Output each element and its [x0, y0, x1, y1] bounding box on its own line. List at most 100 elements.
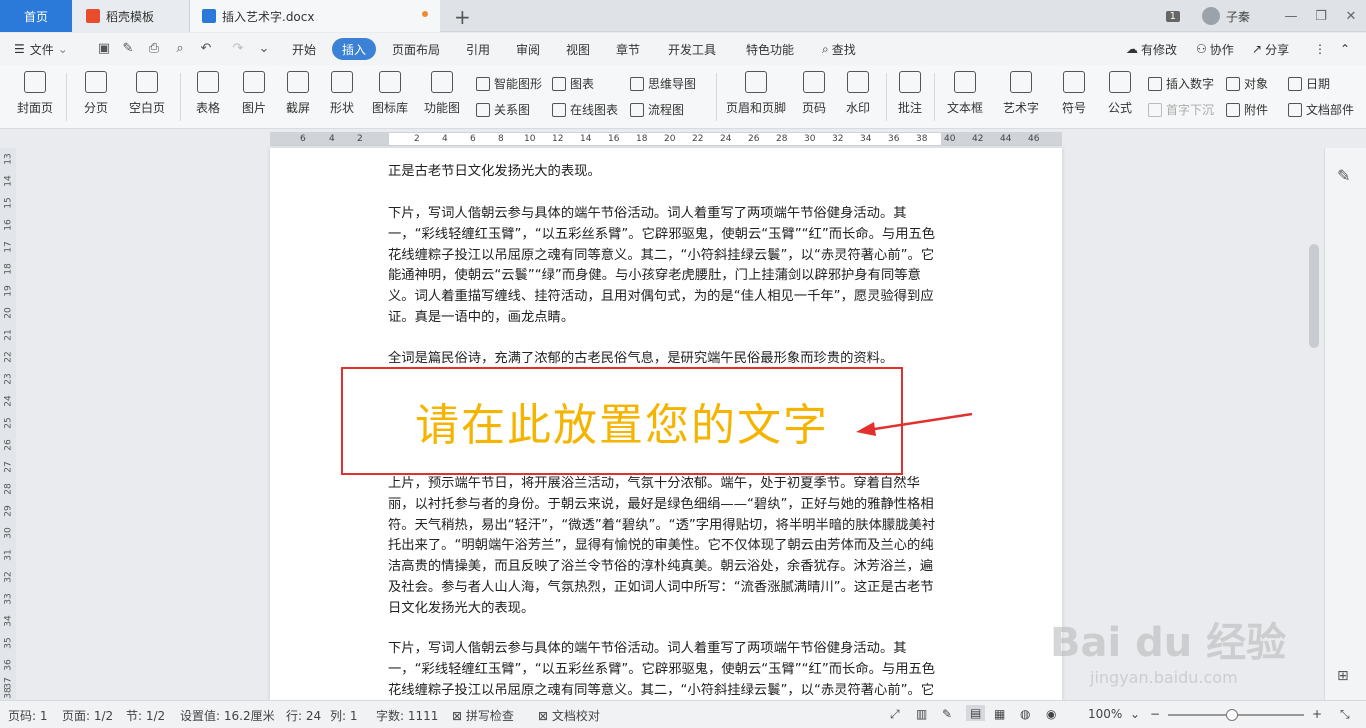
function-chart-button[interactable]: 功能图: [418, 71, 466, 116]
formula-button[interactable]: 公式: [1102, 71, 1138, 116]
date-button[interactable]: 日期: [1288, 75, 1330, 92]
undo-icon[interactable]: ↶: [198, 41, 214, 57]
table-button[interactable]: 表格: [190, 71, 226, 116]
read-mode-icon[interactable]: ▥: [916, 707, 927, 721]
comment-button[interactable]: 批注: [894, 71, 926, 116]
window-count-badge[interactable]: 1: [1165, 10, 1180, 22]
search-button[interactable]: ⌕ 查找: [822, 33, 856, 65]
header-footer-button[interactable]: 页眉和页脚: [724, 71, 788, 116]
vruler-tick: 33: [3, 593, 14, 605]
avatar[interactable]: [1201, 7, 1220, 25]
file-menu[interactable]: ☰ 文件 ⌄: [14, 33, 68, 65]
spell-check-button[interactable]: ⊠ 拼写检查: [452, 707, 514, 724]
status-section[interactable]: 节: 1/2: [126, 707, 165, 724]
customize-toolbar-icon[interactable]: ⌄: [256, 41, 272, 57]
menu-start[interactable]: 开始: [292, 33, 316, 65]
screenshot-button[interactable]: 截屏: [280, 71, 316, 116]
user-name[interactable]: 子秦: [1226, 8, 1250, 25]
paragraph[interactable]: 上片，预示端午节日，将开展浴兰活动，气氛十分浓郁。端午，处于初夏季节。穿着自然华…: [388, 474, 944, 620]
watermark-button[interactable]: 水印: [840, 71, 876, 116]
shape-label: 形状: [329, 101, 354, 115]
online-chart-button[interactable]: 在线图表: [552, 101, 618, 118]
attachment-button[interactable]: 附件: [1226, 101, 1268, 118]
relation-chart-button[interactable]: 关系图: [476, 101, 530, 118]
outline-view-icon[interactable]: ▦: [994, 707, 1005, 721]
status-page[interactable]: 页码: 1: [8, 707, 48, 724]
document-page[interactable]: 正是古老节日文化发扬光大的表现。 下片，写词人偕朝云参与具体的端午节俗活动。词人…: [270, 148, 1062, 700]
picture-button[interactable]: 图片: [236, 71, 272, 116]
menu-sections[interactable]: 章节: [616, 33, 640, 65]
collaborate-button[interactable]: ⚇ 协作: [1196, 33, 1234, 65]
paragraph[interactable]: 正是古老节日文化发扬光大的表现。: [388, 162, 944, 183]
status-words[interactable]: 字数: 1111: [376, 707, 438, 724]
collapse-ribbon-icon[interactable]: ⌃: [1340, 33, 1350, 65]
tab-home[interactable]: 首页: [0, 0, 72, 32]
paragraph[interactable]: 下片，写词人偕朝云参与具体的端午节俗活动。词人着重写了两项端午节俗健身活动。其一…: [388, 639, 944, 700]
new-tab-button[interactable]: +: [454, 5, 471, 29]
page-view-icon[interactable]: ▤: [966, 705, 986, 721]
web-view-icon[interactable]: ◍: [1020, 707, 1030, 721]
eye-protection-icon[interactable]: ◉: [1046, 707, 1056, 721]
horizontal-ruler[interactable]: 6 4 2 2 4 6 8 10 12 14 16 18 20 22 24 26…: [0, 130, 1366, 148]
blank-page-button[interactable]: 空白页: [124, 71, 170, 116]
document-parts-button[interactable]: 文档部件: [1288, 101, 1354, 118]
smartart-button[interactable]: 智能图形: [476, 75, 542, 92]
print-icon[interactable]: ⎙: [146, 41, 162, 57]
menu-view[interactable]: 视图: [566, 33, 590, 65]
drop-cap-button[interactable]: 首字下沉: [1148, 101, 1214, 118]
page-number-button[interactable]: 页码: [796, 71, 832, 116]
zoom-in-button[interactable]: +: [1312, 707, 1322, 721]
fit-page-icon[interactable]: ⤡: [1340, 707, 1350, 722]
tab-document[interactable]: 插入艺术字.docx: [190, 0, 440, 32]
minimize-icon[interactable]: —: [1276, 9, 1306, 24]
zoom-out-button[interactable]: −: [1150, 707, 1160, 721]
status-setting[interactable]: 设置值: 16.2厘米: [180, 707, 275, 724]
restore-icon[interactable]: ❐: [1306, 9, 1336, 24]
tab-docer-templates[interactable]: 稻壳模板: [72, 0, 190, 32]
print-preview-icon[interactable]: ⌕: [172, 41, 188, 57]
redo-icon[interactable]: ↷: [230, 41, 246, 57]
format-painter-icon[interactable]: ✎: [120, 41, 136, 57]
zoom-level[interactable]: 100%: [1088, 707, 1122, 721]
vertical-ruler[interactable]: 13 14 15 16 17 18 19 20 21 22 23 24 25 2…: [0, 148, 16, 700]
fullscreen-icon[interactable]: ⤢: [890, 707, 900, 722]
ribbon-divider: [66, 73, 67, 121]
shape-button[interactable]: 形状: [324, 71, 360, 116]
menu-page-layout[interactable]: 页面布局: [392, 33, 440, 65]
insert-number-button[interactable]: 插入数字: [1148, 75, 1214, 92]
blank-page-label: 空白页: [128, 101, 165, 115]
menu-special[interactable]: 特色功能: [746, 33, 794, 65]
vertical-scrollbar[interactable]: [1305, 148, 1323, 700]
menu-insert[interactable]: 插入: [332, 38, 377, 60]
more-icon[interactable]: ⋮: [1314, 33, 1326, 65]
grid-icon[interactable]: ⊞: [1337, 668, 1349, 684]
wordart-text[interactable]: 请在此放置您的文字: [343, 389, 901, 453]
status-row[interactable]: 行: 24: [286, 707, 321, 724]
status-col[interactable]: 列: 1: [330, 707, 358, 724]
menu-references[interactable]: 引用: [466, 33, 490, 65]
flowchart-button[interactable]: 流程图: [630, 101, 684, 118]
write-mode-icon[interactable]: ✎: [942, 707, 952, 721]
menu-review[interactable]: 审阅: [516, 33, 540, 65]
save-icon[interactable]: ▣: [96, 41, 112, 57]
object-button[interactable]: 对象: [1226, 75, 1268, 92]
cover-page-button[interactable]: 封面页: [12, 71, 58, 116]
textbox-button[interactable]: 文本框: [942, 71, 988, 116]
wordart-button[interactable]: 艺术字: [998, 71, 1044, 116]
edit-pen-icon[interactable]: ✎: [1337, 166, 1350, 185]
paragraph[interactable]: 下片，写词人偕朝云参与具体的端午节俗活动。词人着重写了两项端午节俗健身活动。其一…: [388, 204, 944, 329]
menu-developer[interactable]: 开发工具: [668, 33, 716, 65]
chart-button[interactable]: 图表: [552, 75, 594, 92]
doc-proof-button[interactable]: ⊠ 文档校对: [538, 707, 600, 724]
symbol-button[interactable]: 符号: [1056, 71, 1092, 116]
scrollbar-thumb[interactable]: [1309, 244, 1319, 348]
has-changes-button[interactable]: ☁ 有修改: [1126, 33, 1177, 65]
icon-library-button[interactable]: 图标库: [370, 71, 410, 116]
close-icon[interactable]: ✕: [1336, 9, 1366, 24]
share-button[interactable]: ↗ 分享: [1252, 33, 1289, 65]
status-pages[interactable]: 页面: 1/2: [62, 707, 113, 724]
zoom-chevron-icon[interactable]: ⌄: [1130, 707, 1140, 721]
zoom-slider-thumb[interactable]: [1226, 709, 1238, 721]
page-break-button[interactable]: 分页: [78, 71, 114, 116]
mindmap-button[interactable]: 思维导图: [630, 75, 696, 92]
